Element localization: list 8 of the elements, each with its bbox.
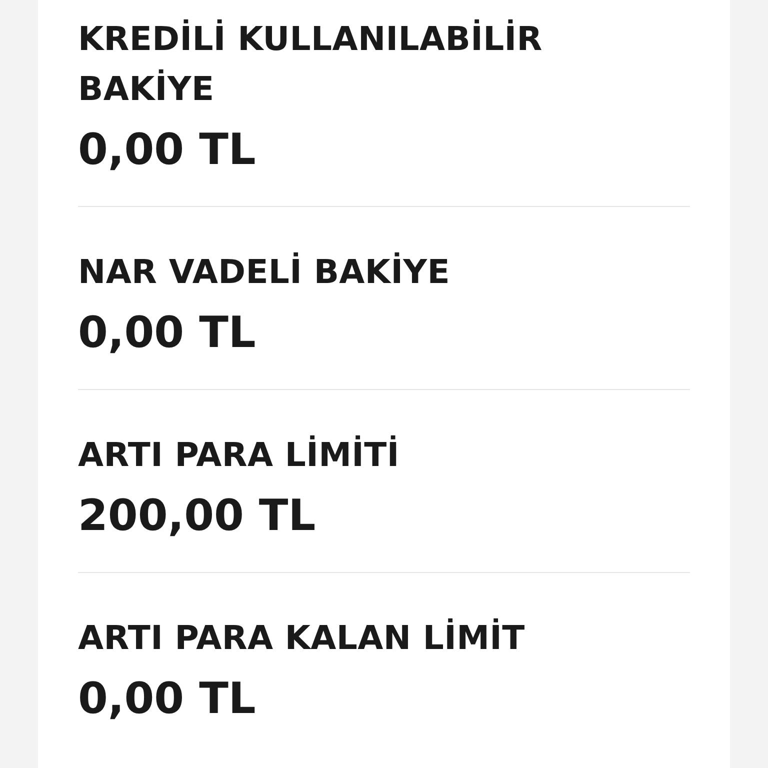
balance-amount: 0,00 TL [78,673,257,725]
balance-label: ARTI PARA KALAN LİMİT [78,617,526,659]
balance-amount: 0,00 TL [78,307,257,359]
balance-amount: 200,00 TL [78,490,317,542]
balance-label: NAR VADELİ BAKİYE [78,251,452,293]
balance-label: ARTI PARA LİMİTİ [78,434,400,476]
balance-label: KREDİLİ KULLANILABİLİR BAKİYE [78,18,544,110]
balance-amount: 0,00 TL [78,124,257,176]
